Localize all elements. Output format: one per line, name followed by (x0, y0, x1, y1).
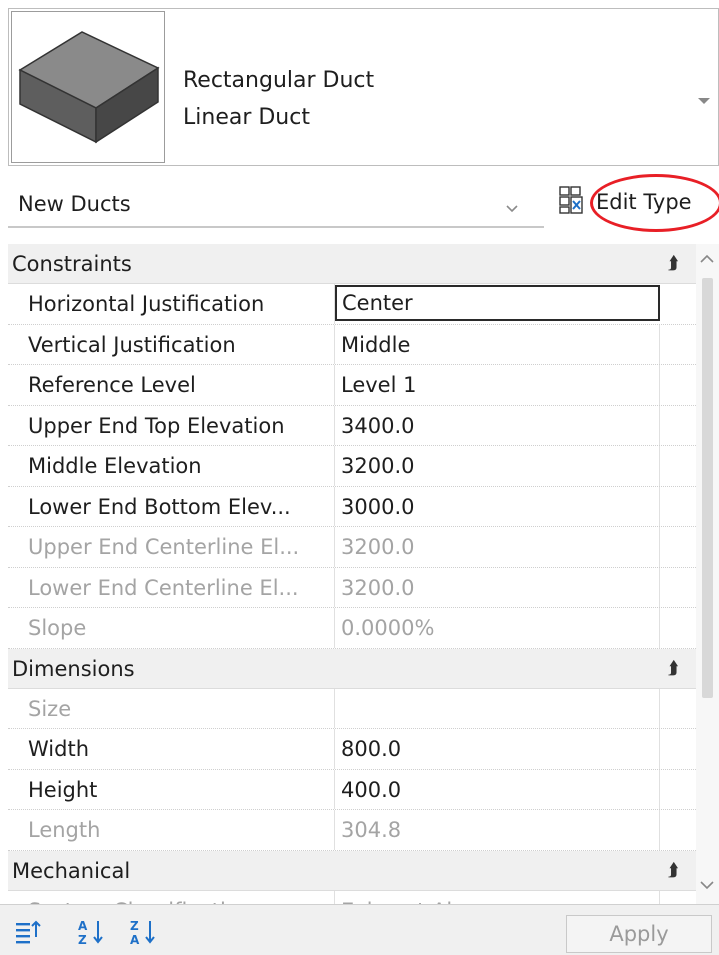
property-value: 3200.0 (335, 567, 660, 607)
svg-text:Z: Z (130, 919, 139, 933)
property-name: System Classification (8, 890, 335, 904)
property-row: Lower End Centerline El... 3200.0 (8, 567, 696, 608)
property-row: System Classification Exhaust Air (8, 890, 696, 904)
scroll-up-icon[interactable] (699, 250, 715, 269)
properties-scrollbar[interactable] (696, 244, 719, 904)
scroll-down-icon[interactable] (699, 876, 715, 895)
property-row[interactable]: Horizontal Justification Center (8, 284, 696, 325)
property-name: Lower End Centerline El... (8, 567, 335, 607)
edit-type-button[interactable]: Edit Type (556, 174, 719, 232)
edit-type-label: Edit Type (596, 190, 692, 214)
category-mechanical[interactable]: Mechanical ⮭ (8, 850, 696, 891)
property-row: Upper End Centerline El... 3200.0 (8, 527, 696, 568)
instance-filter-row: New Ducts Edit Type (0, 172, 719, 234)
svg-text:Z: Z (78, 933, 87, 947)
category-constraints[interactable]: Constraints ⮭ (8, 244, 696, 284)
double-chevron-up-icon[interactable]: ⮭ (668, 649, 679, 689)
svg-text:A: A (78, 919, 88, 933)
double-chevron-up-icon[interactable]: ⮭ (668, 244, 679, 284)
property-value[interactable]: 3200.0 (335, 446, 660, 486)
apply-button[interactable]: Apply (566, 915, 712, 953)
property-name: Length (8, 810, 335, 850)
property-value[interactable]: Middle (335, 324, 660, 364)
property-name: Middle Elevation (8, 446, 335, 486)
property-value: Exhaust Air (335, 890, 660, 904)
sort-descending-icon[interactable]: Z A (128, 917, 158, 947)
property-name: Horizontal Justification (8, 284, 335, 324)
chevron-down-icon[interactable] (697, 91, 711, 110)
property-name: Lower End Bottom Elev... (8, 486, 335, 526)
type-name: Linear Duct (183, 105, 310, 130)
property-row[interactable]: Vertical Justification Middle (8, 324, 696, 365)
property-value[interactable]: 400.0 (335, 769, 660, 809)
sort-ascending-icon[interactable]: A Z (76, 917, 106, 947)
property-row[interactable]: Lower End Bottom Elev... 3000.0 (8, 486, 696, 527)
property-row[interactable]: Width 800.0 (8, 729, 696, 770)
property-value: 3200.0 (335, 527, 660, 567)
properties-grid: Constraints ⮭ Horizontal Justification C… (8, 244, 696, 904)
instance-filter-dropdown[interactable]: New Ducts (8, 178, 544, 228)
categorize-icon[interactable] (12, 917, 42, 947)
property-name: Height (8, 769, 335, 809)
category-label: Dimensions (12, 656, 135, 681)
property-name: Size (8, 688, 335, 728)
property-row[interactable]: Reference Level Level 1 (8, 365, 696, 406)
property-row: Length 304.8 (8, 810, 696, 851)
instance-filter-value: New Ducts (18, 192, 131, 216)
property-value: 0.0000% (335, 608, 660, 648)
double-chevron-up-icon[interactable]: ⮭ (668, 851, 679, 891)
edit-type-icon (558, 185, 590, 219)
type-family-name: Rectangular Duct (183, 68, 375, 93)
property-value: 304.8 (335, 810, 660, 850)
property-value (335, 688, 660, 728)
horizontal-justification-field[interactable]: Center (335, 285, 660, 321)
property-name: Reference Level (8, 365, 335, 405)
property-name: Width (8, 729, 335, 769)
property-value[interactable]: Level 1 (335, 365, 660, 405)
category-label: Constraints (12, 252, 132, 276)
chevron-down-icon[interactable] (505, 199, 519, 218)
property-row: Slope 0.0000% (8, 608, 696, 649)
property-name: Upper End Centerline El... (8, 527, 335, 567)
scroll-thumb[interactable] (702, 278, 713, 698)
property-name: Slope (8, 608, 335, 648)
category-dimensions[interactable]: Dimensions ⮭ (8, 648, 696, 689)
property-name: Upper End Top Elevation (8, 405, 335, 445)
property-value[interactable]: 3000.0 (335, 486, 660, 526)
properties-toolbar: A Z Z A Apply (0, 904, 719, 955)
rectangular-duct-3d-icon (18, 31, 160, 144)
property-name: Vertical Justification (8, 324, 335, 364)
property-row: Size (8, 688, 696, 729)
property-value[interactable]: 800.0 (335, 729, 660, 769)
type-selector[interactable]: Rectangular Duct Linear Duct (8, 8, 719, 166)
svg-text:A: A (130, 933, 140, 947)
category-label: Mechanical (12, 858, 131, 883)
type-thumbnail (11, 11, 165, 163)
property-value[interactable]: 3400.0 (335, 405, 660, 445)
property-row[interactable]: Upper End Top Elevation 3400.0 (8, 405, 696, 446)
property-row[interactable]: Height 400.0 (8, 769, 696, 810)
property-row[interactable]: Middle Elevation 3200.0 (8, 446, 696, 487)
